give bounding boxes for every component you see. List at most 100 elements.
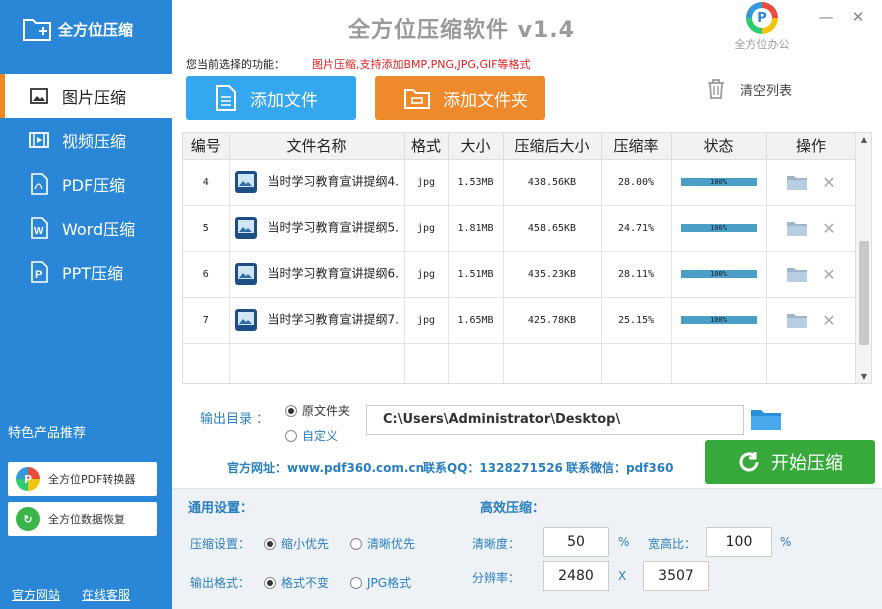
pdf-converter-button[interactable]: P 全方位PDF转换器	[8, 462, 157, 496]
scroll-down-icon[interactable]: ▼	[856, 372, 871, 381]
filename-text: 当时学习教育宣讲提纲6.	[267, 266, 399, 281]
folder-icon	[23, 19, 51, 41]
word-icon: W	[28, 217, 50, 239]
cell-status: 100%	[671, 159, 767, 206]
svg-text:P: P	[35, 269, 42, 281]
scroll-up-icon[interactable]: ▲	[856, 135, 871, 144]
clarity-unit: %	[618, 535, 630, 549]
refresh-icon	[739, 452, 759, 472]
cell-format: jpg	[404, 251, 449, 298]
pdf-icon	[28, 173, 50, 195]
open-folder-icon[interactable]	[786, 311, 808, 329]
radio-checked[interactable]	[264, 537, 276, 550]
cell-compressed-size: 425.78KB	[503, 297, 602, 344]
column-header: 压缩后大小	[503, 133, 602, 160]
cell-compressed-size: 435.23KB	[503, 251, 602, 298]
column-header: 格式	[404, 133, 449, 160]
image-file-icon	[234, 217, 257, 239]
recovery-icon: ↻	[16, 507, 40, 531]
open-folder-icon[interactable]	[786, 265, 808, 283]
progress-bar: 100%	[680, 270, 757, 278]
cell-ratio: 25.15%	[601, 297, 672, 344]
radio-unchecked[interactable]	[350, 537, 362, 550]
qq-text: 联系QQ：1328271526	[423, 461, 563, 475]
format-keep-radio[interactable]: 格式不变	[264, 574, 329, 591]
open-folder-icon[interactable]	[786, 219, 808, 237]
clarity-label: 清晰度：	[472, 537, 521, 551]
clear-list-button[interactable]: 清空列表	[706, 78, 792, 100]
sidebar-item-pdf[interactable]: PDF压缩	[0, 162, 172, 206]
close-icon[interactable]: ✕	[848, 8, 868, 26]
cell-format: jpg	[404, 159, 449, 206]
radio-checked[interactable]	[264, 576, 276, 589]
radio-label: 自定义	[302, 429, 339, 443]
online-service-link[interactable]: 在线客服	[82, 586, 130, 603]
sidebar-item-video[interactable]: 视频压缩	[0, 118, 172, 162]
cell-status: 100%	[671, 205, 767, 252]
aspect-input[interactable]: 100	[706, 527, 772, 557]
sidebar-item-word[interactable]: W Word压缩	[0, 206, 172, 250]
sidebar-item-label: PDF压缩	[62, 176, 126, 195]
cell-filename: 当时学习教育宣讲提纲4.	[229, 159, 405, 206]
original-folder-radio[interactable]: 原文件夹	[285, 402, 350, 419]
cell-id: 7	[183, 297, 230, 344]
table-row[interactable]: 7 当时学习教育宣讲提纲7. jpg 1.65MB 425.78KB 25.15…	[183, 297, 857, 344]
cell-filename: 当时学习教育宣讲提纲7.	[229, 297, 405, 344]
sidebar-item-ppt[interactable]: P PPT压缩	[0, 250, 172, 294]
radio-checked[interactable]	[285, 404, 297, 417]
radio-label: 格式不变	[281, 576, 330, 590]
general-settings-title: 通用设置：	[188, 501, 254, 516]
cell-size: 1.65MB	[448, 297, 504, 344]
delete-icon[interactable]: ✕	[822, 219, 835, 238]
radio-unchecked[interactable]	[285, 429, 297, 442]
delete-icon[interactable]: ✕	[822, 311, 835, 330]
folder-icon	[751, 410, 781, 430]
radio-label: 原文件夹	[302, 404, 351, 418]
scroll-thumb[interactable]	[859, 241, 869, 345]
data-recovery-button[interactable]: ↻ 全方位数据恢复	[8, 502, 157, 536]
clarity-input[interactable]: 50	[543, 527, 609, 557]
browse-folder-button[interactable]	[750, 406, 782, 435]
image-file-icon	[234, 309, 257, 331]
table-row[interactable]: 6 当时学习教育宣讲提纲6. jpg 1.51MB 435.23KB 28.11…	[183, 251, 857, 298]
function-label: 您当前选择的功能：	[186, 58, 285, 71]
sidebar: 全方位压缩 图片压缩 视频压缩 PDF压缩 W Word压缩 P PPT压缩 特…	[0, 0, 172, 609]
delete-icon[interactable]: ✕	[822, 173, 835, 192]
table-scrollbar[interactable]: ▲ ▼	[855, 133, 871, 383]
open-folder-icon[interactable]	[786, 173, 808, 191]
pdf-converter-icon: P	[16, 467, 40, 491]
file-table: 编号 文件名称 格式 大小 压缩后大小 压缩率 状态 操作 4 当时学习教育宣讲…	[182, 132, 872, 384]
image-file-icon	[234, 171, 257, 193]
radio-unchecked[interactable]	[350, 576, 362, 589]
cell-operations: ✕	[766, 205, 857, 252]
filename-text: 当时学习教育宣讲提纲7.	[267, 312, 399, 327]
minimize-icon[interactable]: —	[816, 8, 836, 26]
compress-setting-label: 压缩设置：	[190, 537, 251, 551]
add-file-button[interactable]: 添加文件	[186, 76, 356, 120]
cell-compressed-size: 438.56KB	[503, 159, 602, 206]
compress-small-radio[interactable]: 缩小优先	[264, 535, 329, 552]
table-row[interactable]: 4 当时学习教育宣讲提纲4. jpg 1.53MB 438.56KB 28.00…	[183, 159, 857, 206]
column-header: 压缩率	[601, 133, 672, 160]
logo-text: 全方位压缩	[58, 20, 134, 39]
cell-status: 100%	[671, 251, 767, 298]
progress-bar: 100%	[680, 224, 757, 232]
resolution-height-input[interactable]: 3507	[643, 561, 709, 591]
start-compress-button[interactable]: 开始压缩	[705, 440, 875, 484]
output-path-input[interactable]: C:\Users\Administrator\Desktop\	[366, 405, 744, 435]
table-row[interactable]: 5 当时学习教育宣讲提纲5. jpg 1.81MB 458.65KB 24.71…	[183, 205, 857, 252]
add-folder-button[interactable]: 添加文件夹	[375, 76, 545, 120]
radio-label: 缩小优先	[281, 537, 330, 551]
format-jpg-radio[interactable]: JPG格式	[350, 574, 411, 591]
custom-folder-radio[interactable]: 自定义	[285, 427, 338, 444]
sidebar-item-label: 图片压缩	[62, 88, 127, 107]
sidebar-item-image[interactable]: 图片压缩	[0, 74, 172, 118]
progress-bar: 100%	[680, 316, 757, 324]
resolution-width-input[interactable]: 2480	[543, 561, 609, 591]
delete-icon[interactable]: ✕	[822, 265, 835, 284]
compress-clear-radio[interactable]: 清晰优先	[350, 535, 415, 552]
wechat-text: 联系微信：pdf360	[566, 461, 674, 475]
promo-label: 全方位PDF转换器	[48, 473, 136, 486]
official-site-link[interactable]: 官方网站	[12, 586, 60, 603]
website-text: 官方网址：www.pdf360.com.cn	[227, 461, 425, 475]
